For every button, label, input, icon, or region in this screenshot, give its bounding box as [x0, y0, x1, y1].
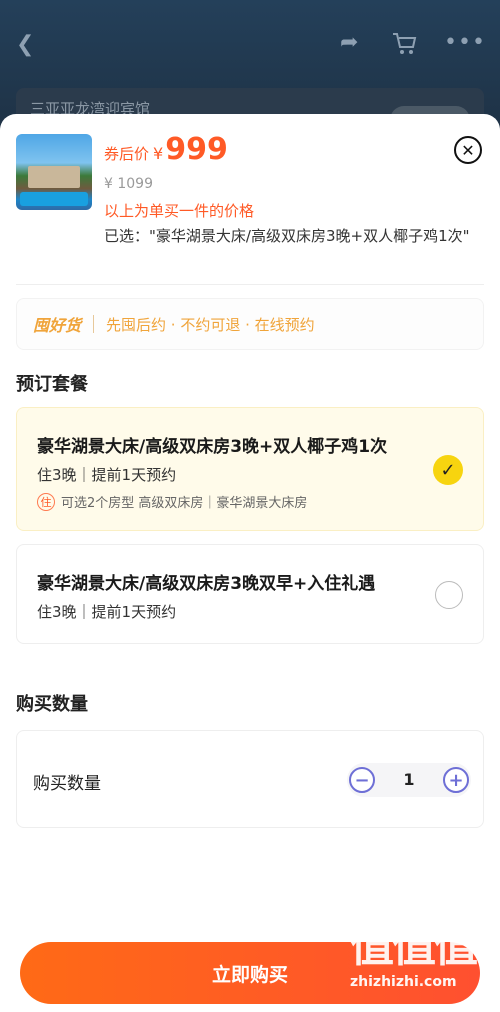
room-badge: 住: [37, 492, 55, 511]
thumbnail-building: [28, 166, 80, 188]
quantity-section-title: 购买数量: [16, 694, 88, 715]
package-option[interactable]: 豪华湖景大床/高级双床房3晚+双人椰子鸡1次 住3晚｜提前1天预约 住 可选2个…: [16, 407, 484, 531]
selected-summary: 已选："豪华湖景大床/高级双床房3晚+双人椰子鸡1次": [104, 227, 470, 245]
quantity-label: 购买数量: [33, 774, 101, 794]
unit-price-note: 以上为单买一件的价格: [104, 202, 255, 220]
price-value: 999: [165, 132, 228, 167]
watermark-url: zhizhizhi.com: [350, 974, 457, 990]
promo-logo: 囤好货: [33, 316, 82, 335]
package-meta: 住3晚｜提前1天预约: [37, 603, 177, 621]
product-thumbnail: [16, 134, 92, 210]
currency-symbol: ¥: [153, 144, 164, 163]
package-section-title: 预订套餐: [16, 374, 88, 395]
room-text: 可选2个房型 高级双床房｜豪华湖景大床房: [61, 496, 308, 511]
quantity-box: 购买数量 − 1 +: [16, 730, 484, 828]
close-icon: ✕: [461, 140, 475, 160]
package-name: 豪华湖景大床/高级双床房3晚+双人椰子鸡1次: [37, 437, 388, 457]
promo-banner: 囤好货 先囤后约 · 不约可退 · 在线预约: [16, 298, 484, 350]
divider: [16, 284, 484, 285]
package-meta: 住3晚｜提前1天预约: [37, 466, 177, 484]
sku-sheet: 券后价 ¥ 999 ¥ 1099 以上为单买一件的价格 已选："豪华湖景大床/高…: [0, 114, 500, 1012]
close-button[interactable]: ✕: [454, 136, 482, 164]
plus-button[interactable]: +: [443, 767, 469, 793]
package-option[interactable]: 豪华湖景大床/高级双床房3晚双早+入住礼遇 住3晚｜提前1天预约: [16, 544, 484, 644]
checked-icon[interactable]: ✓: [433, 455, 463, 485]
promo-divider: [93, 315, 95, 333]
watermark-logo: 值值值: [350, 921, 478, 972]
package-name: 豪华湖景大床/高级双床房3晚双早+入住礼遇: [37, 574, 376, 594]
share-icon[interactable]: ➦: [340, 32, 358, 54]
package-room-info: 住 可选2个房型 高级双床房｜豪华湖景大床房: [37, 492, 307, 511]
original-price: ¥ 1099: [104, 176, 153, 192]
unchecked-radio[interactable]: [435, 581, 463, 609]
quantity-stepper: − 1 +: [347, 763, 471, 797]
back-icon[interactable]: ❮: [16, 34, 34, 56]
price-row: 券后价 ¥ 999: [104, 132, 228, 167]
thumbnail-pool: [20, 192, 88, 206]
promo-text: 先囤后约 · 不约可退 · 在线预约: [106, 315, 315, 334]
watermark: 值值值 zhizhizhi.com: [350, 922, 494, 1002]
cart-icon[interactable]: [392, 32, 418, 61]
more-icon[interactable]: •••: [444, 32, 486, 54]
price-tag: 券后价: [104, 145, 150, 163]
